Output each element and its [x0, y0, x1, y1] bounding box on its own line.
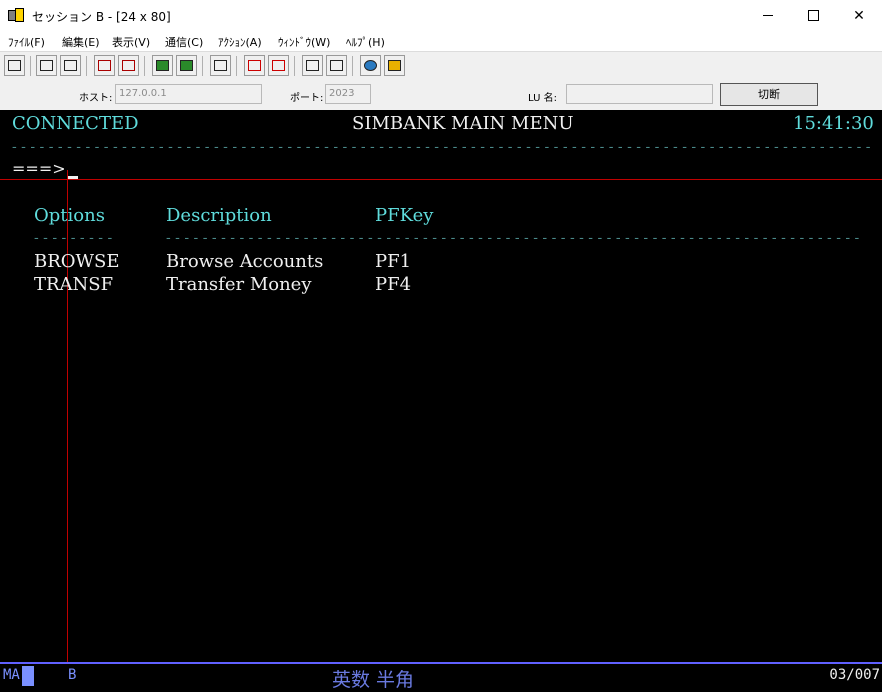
menu-file[interactable]: ﾌｧｲﾙ(F) — [8, 34, 45, 50]
maximize-icon — [807, 10, 819, 21]
cursor-position: 03/007 — [829, 667, 880, 683]
status-cursor-block — [22, 666, 34, 686]
disconnect-button[interactable]: 切断 — [720, 83, 818, 106]
host-field[interactable]: 127.0.0.1 — [115, 84, 262, 104]
menu-communication[interactable]: 通信(C) — [165, 34, 203, 50]
receive-file-button[interactable] — [118, 55, 139, 76]
globe-button[interactable] — [360, 55, 381, 76]
copy-icon — [40, 60, 53, 71]
keyboard-map-icon — [180, 60, 193, 71]
macro-button[interactable] — [210, 55, 231, 76]
play-macro-button[interactable] — [268, 55, 289, 76]
stop-macro-button[interactable] — [302, 55, 323, 76]
screen-title: SIMBANK MAIN MENU — [352, 113, 574, 134]
description-underline: - - - - - - - - - - - - - - - - - - - - … — [166, 231, 860, 245]
send-file-button[interactable] — [94, 55, 115, 76]
copy-button[interactable] — [36, 55, 57, 76]
macro-icon — [214, 60, 227, 71]
help-button[interactable] — [384, 55, 405, 76]
crosshair-horizontal — [0, 179, 882, 180]
menu-action[interactable]: ｱｸｼｮﾝ(A) — [218, 34, 262, 50]
display-setup-button[interactable] — [152, 55, 173, 76]
globe-icon — [364, 60, 377, 71]
record-macro-icon — [248, 60, 261, 71]
print-screen-button[interactable] — [4, 55, 25, 76]
menu-edit[interactable]: 編集(E) — [62, 34, 100, 50]
close-icon: ✕ — [853, 7, 865, 24]
display-setup-icon — [156, 60, 169, 71]
send-file-icon — [98, 60, 111, 71]
ime-indicator: 英数 半角 — [332, 669, 415, 691]
row-description: Browse Accounts — [166, 251, 324, 272]
header-description: Description — [166, 205, 272, 226]
terminal-screen[interactable]: CONNECTED SIMBANK MAIN MENU 15:41:30 - -… — [0, 110, 882, 662]
menu-help[interactable]: ﾍﾙﾌﾟ(H) — [346, 34, 385, 50]
status-bar: MA B 英数 半角 03/007 — [0, 664, 882, 691]
toolbar — [0, 51, 882, 81]
close-button[interactable]: ✕ — [836, 0, 882, 31]
maximize-button[interactable] — [790, 0, 836, 31]
paste-icon — [64, 60, 77, 71]
row-option[interactable]: BROWSE — [34, 251, 120, 273]
mode-indicator: MA — [3, 667, 20, 683]
title-bar: セッション B - [24 x 80] ✕ — [0, 0, 882, 32]
header-divider: - - - - - - - - - - - - - - - - - - - - … — [12, 140, 871, 154]
header-pfkey: PFKey — [375, 205, 434, 226]
app-icon — [8, 8, 24, 22]
help-icon — [388, 60, 401, 71]
play-macro-icon — [272, 60, 285, 71]
screen-time: 15:41:30 — [793, 113, 874, 134]
header-options: Options — [34, 205, 105, 226]
row-pfkey: PF4 — [375, 274, 412, 295]
run-macro-button[interactable] — [326, 55, 347, 76]
row-pfkey: PF1 — [375, 251, 412, 272]
menu-view[interactable]: 表示(V) — [112, 34, 150, 50]
connection-bar: ホスト: 127.0.0.1 ポート: 2023 LU 名: 切断 — [0, 80, 882, 110]
minimize-icon — [763, 15, 773, 16]
record-macro-button[interactable] — [244, 55, 265, 76]
menu-window[interactable]: ｳｨﾝﾄﾞｳ(W) — [278, 34, 330, 50]
menu-bar: ﾌｧｲﾙ(F) 編集(E) 表示(V) 通信(C) ｱｸｼｮﾝ(A) ｳｨﾝﾄﾞ… — [0, 31, 882, 51]
window-title: セッション B - [24 x 80] — [32, 10, 171, 24]
command-prompt: ===> — [12, 159, 66, 178]
run-macro-icon — [330, 60, 343, 71]
keyboard-map-button[interactable] — [176, 55, 197, 76]
port-field[interactable]: 2023 — [325, 84, 371, 104]
receive-file-icon — [122, 60, 135, 71]
lu-label: LU 名: — [528, 93, 557, 104]
lu-field[interactable] — [566, 84, 713, 104]
host-label: ホスト: — [79, 93, 113, 104]
stop-macro-icon — [306, 60, 319, 71]
print-screen-icon — [8, 60, 21, 71]
row-description: Transfer Money — [166, 274, 312, 295]
minimize-button[interactable] — [745, 0, 791, 31]
paste-button[interactable] — [60, 55, 81, 76]
row-option[interactable]: TRANSF — [34, 274, 113, 296]
connection-status: CONNECTED — [12, 113, 139, 134]
session-indicator: B — [68, 667, 77, 683]
options-underline: - - - - - - - - - - - - — [34, 231, 112, 245]
port-label: ポート: — [290, 93, 324, 104]
